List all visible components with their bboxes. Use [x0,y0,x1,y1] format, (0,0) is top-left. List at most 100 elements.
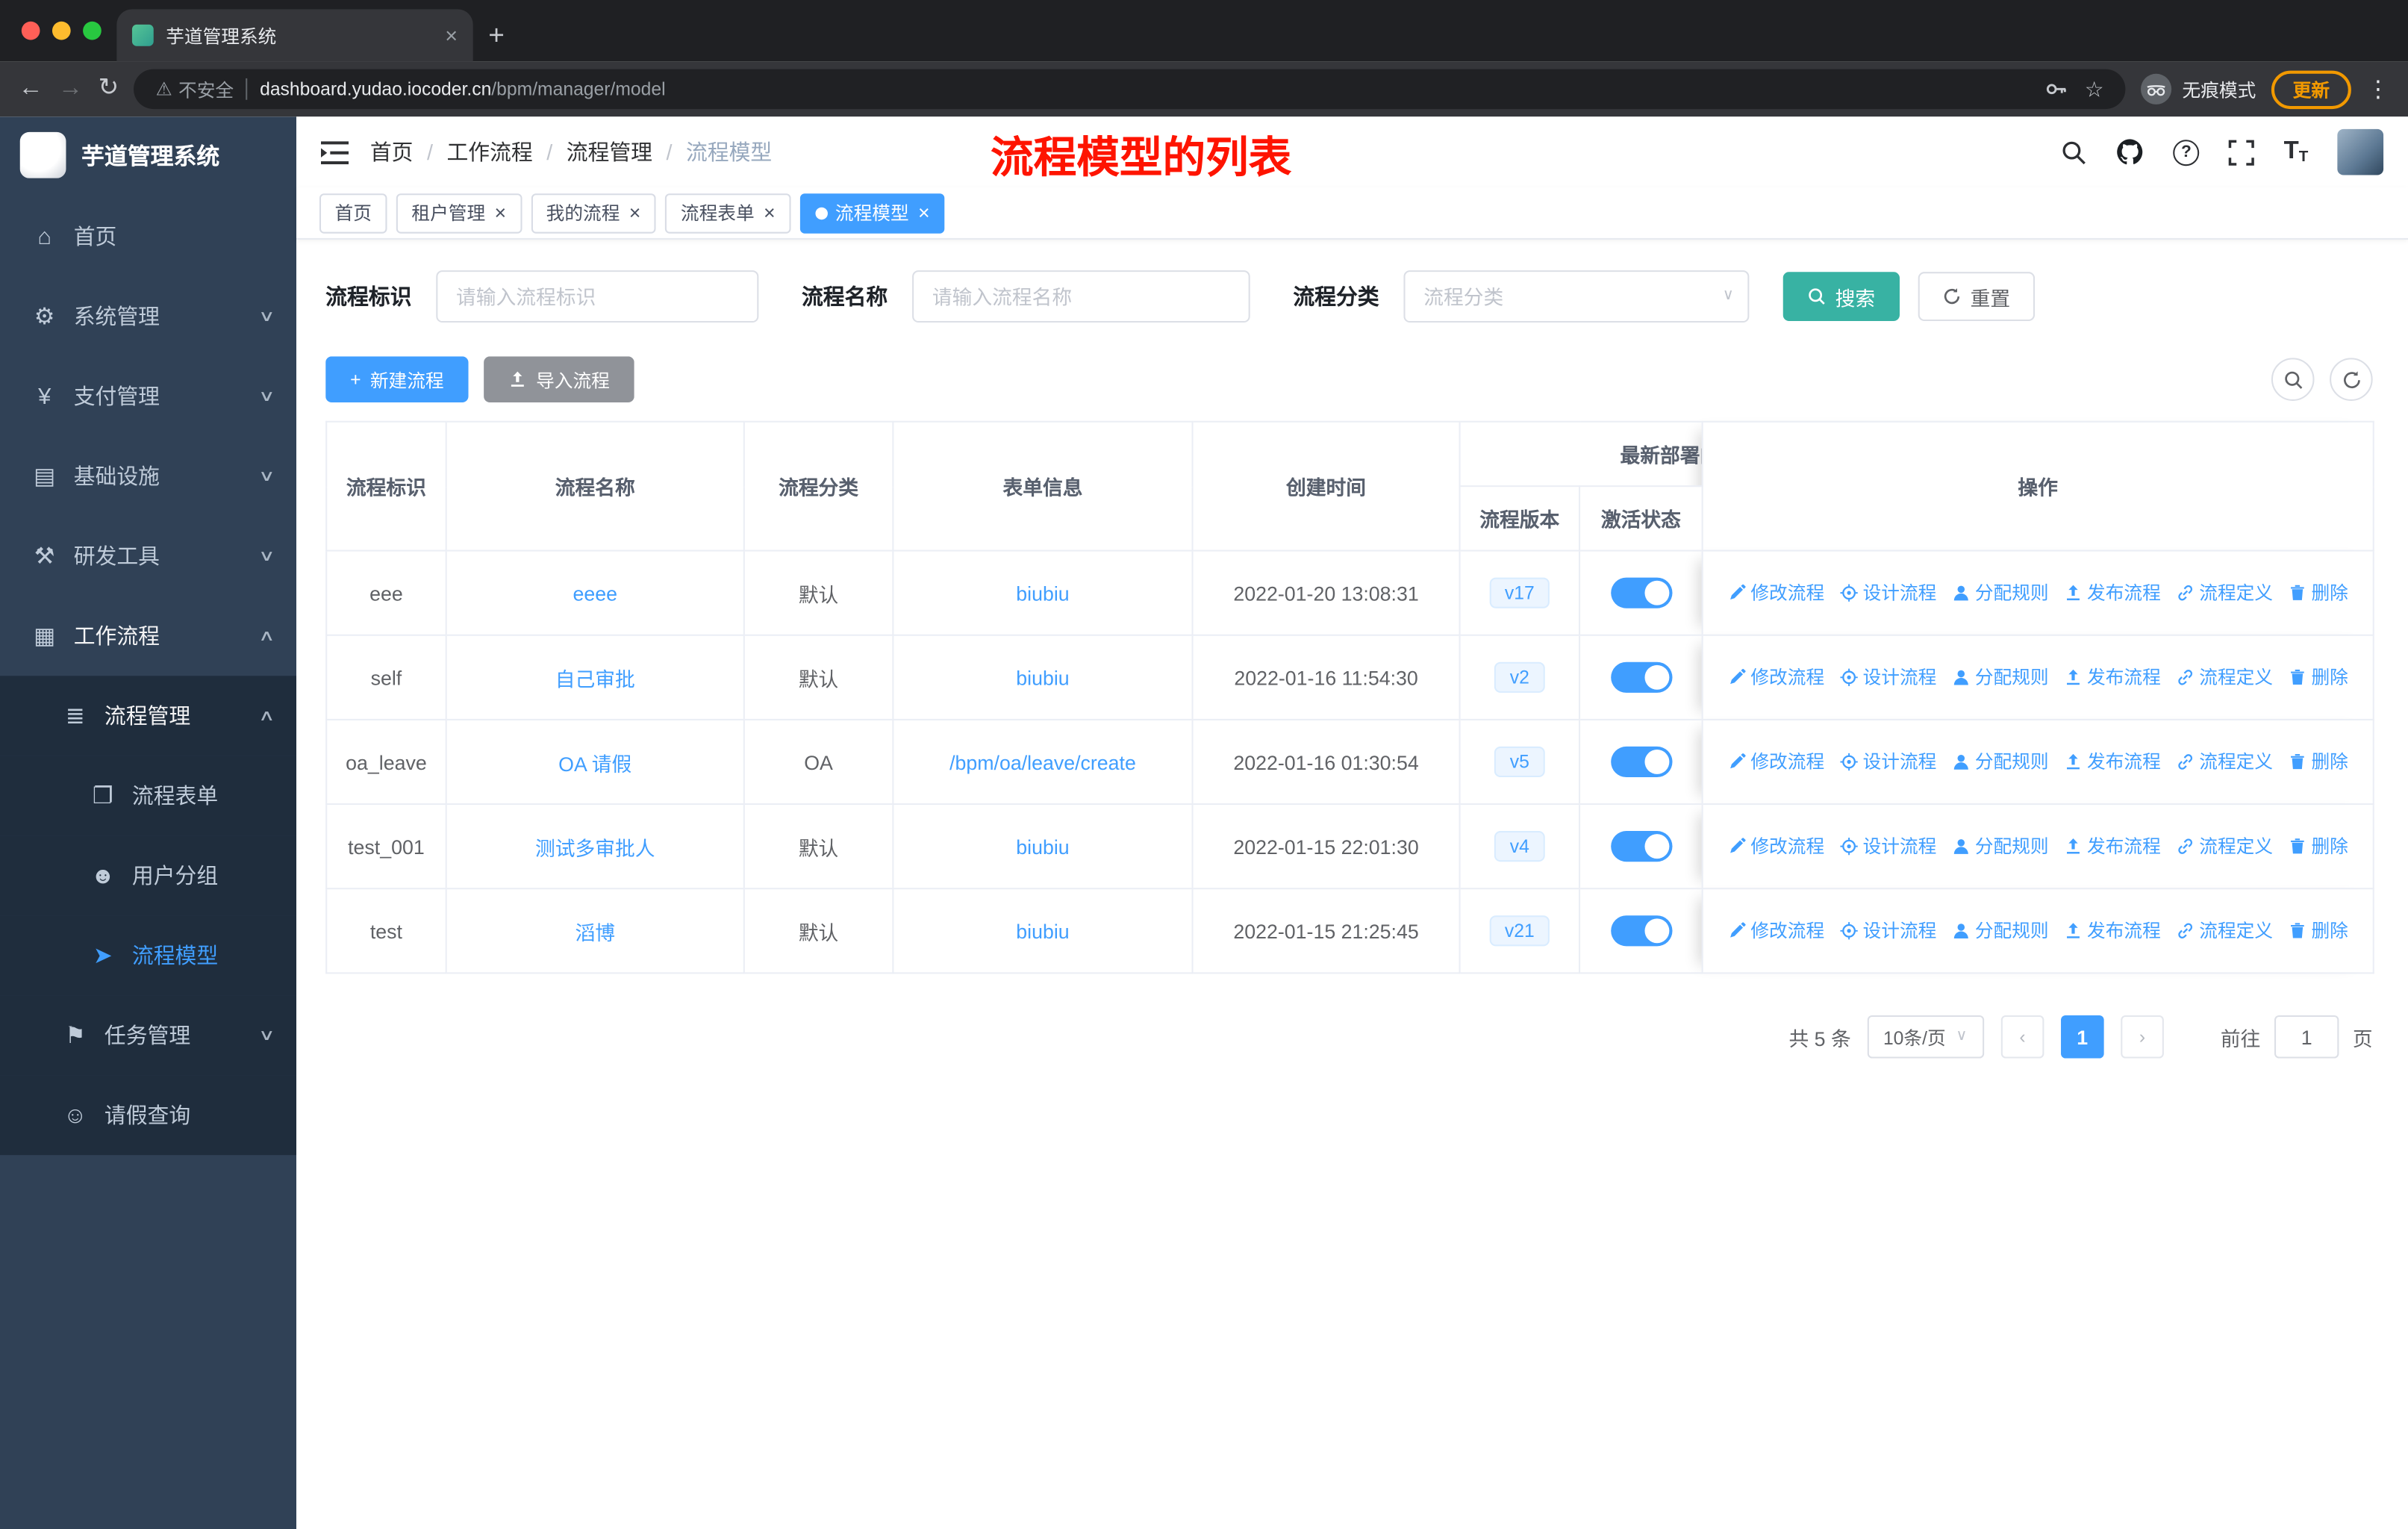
next-page-button[interactable]: › [2121,1015,2164,1059]
op-design-link[interactable]: 设计流程 [1840,918,1936,944]
tag-item-3[interactable]: 流程表单 × [665,193,791,233]
help-icon[interactable] [2173,139,2200,166]
status-toggle[interactable] [1610,577,1672,608]
browser-update-button[interactable]: 更新 [2271,69,2351,109]
reload-icon[interactable]: ↻ [99,76,119,102]
tag-item-4[interactable]: 流程模型 × [799,193,946,233]
sidebar-item-process-model[interactable]: ➤ 流程模型 [0,915,297,996]
tag-close-icon[interactable]: × [495,203,507,223]
app-logo[interactable]: 芋道管理系统 [0,116,296,193]
page-size-select[interactable]: 10条/页 [1868,1015,1985,1059]
op-design-link[interactable]: 设计流程 [1840,579,1936,605]
create-process-button[interactable]: + 新建流程 [325,356,469,403]
category-select[interactable] [1403,270,1750,323]
profile-chip[interactable]: 无痕模式 [2140,73,2256,105]
tag-close-icon[interactable]: × [764,203,776,223]
process-name-link[interactable]: eeee [573,582,617,605]
toggle-search-button[interactable] [2271,358,2315,401]
sidebar-item-payment[interactable]: ¥ 支付管理 ∨ [0,356,296,436]
current-page[interactable]: 1 [2060,1015,2104,1059]
process-name-link[interactable]: 滔博 [575,921,615,944]
breadcrumb-item[interactable]: 工作流程 [446,137,532,167]
font-size-icon[interactable] [2284,138,2309,166]
form-info-link[interactable]: biubiu [1016,582,1069,605]
op-publish-link[interactable]: 发布流程 [2064,664,2161,690]
op-assign-link[interactable]: 分配规则 [1952,918,2049,944]
browser-menu-icon[interactable]: ⋮ [2366,75,2389,103]
op-assign-link[interactable]: 分配规则 [1952,833,2049,859]
op-definition-link[interactable]: 流程定义 [2176,664,2273,690]
op-delete-link[interactable]: 删除 [2289,579,2348,605]
form-info-link[interactable]: biubiu [1016,835,1069,858]
tag-close-icon[interactable]: × [629,203,641,223]
user-avatar[interactable] [2337,128,2384,175]
breadcrumb-item[interactable]: 流程管理 [567,137,652,167]
status-toggle[interactable] [1610,746,1672,778]
op-assign-link[interactable]: 分配规则 [1952,664,2049,690]
sidebar-item-home[interactable]: ⌂ 首页 [0,196,296,276]
tag-item-0[interactable]: 首页 [319,193,387,233]
status-toggle[interactable] [1610,915,1672,947]
op-delete-link[interactable]: 删除 [2289,664,2348,690]
tag-item-1[interactable]: 租户管理 × [396,193,522,233]
op-assign-link[interactable]: 分配规则 [1952,579,2049,605]
tag-close-icon[interactable]: × [918,203,930,223]
forward-icon[interactable]: → [58,76,83,102]
sidebar-item-leave-query[interactable]: ☺ 请假查询 [0,1075,297,1156]
status-toggle[interactable] [1610,831,1672,862]
form-info-link[interactable]: /bpm/oa/leave/create [949,750,1136,773]
tab-close-icon[interactable]: × [445,23,458,48]
minimize-window-button[interactable] [52,21,71,40]
security-warning[interactable]: ⚠ 不安全 [156,76,234,102]
github-icon[interactable] [2116,138,2144,166]
sidebar-item-workflow[interactable]: ▦ 工作流程 ∧ [0,596,296,676]
sidebar-item-system[interactable]: ⚙ 系统管理 ∨ [0,276,296,356]
op-design-link[interactable]: 设计流程 [1840,748,1936,774]
process-name-link[interactable]: 测试多审批人 [535,836,655,859]
close-window-button[interactable] [21,21,40,40]
search-icon[interactable] [2061,139,2087,165]
browser-tab[interactable]: 芋道管理系统 × [116,9,473,62]
status-toggle[interactable] [1610,661,1672,693]
op-definition-link[interactable]: 流程定义 [2176,918,2273,944]
import-process-button[interactable]: 导入流程 [484,356,634,403]
sidebar-item-user-group[interactable]: ☻ 用户分组 [0,835,297,916]
op-delete-link[interactable]: 删除 [2289,748,2348,774]
goto-page-input[interactable] [2274,1015,2339,1059]
op-publish-link[interactable]: 发布流程 [2064,833,2161,859]
back-icon[interactable]: ← [19,76,43,102]
reset-button[interactable]: 重置 [1918,272,2036,321]
op-definition-link[interactable]: 流程定义 [2176,748,2273,774]
sidebar-item-devtools[interactable]: ⚒ 研发工具 ∨ [0,516,296,596]
op-edit-link[interactable]: 修改流程 [1728,664,1824,690]
sidebar-item-task-management[interactable]: ⚑ 任务管理 ∨ [0,995,297,1076]
process-name-link[interactable]: OA 请假 [558,752,631,775]
op-publish-link[interactable]: 发布流程 [2064,918,2161,944]
form-info-link[interactable]: biubiu [1016,666,1069,689]
address-bar[interactable]: ⚠ 不安全 dashboard.yudao.iocoder.cn/bpm/man… [134,69,2126,110]
new-tab-button[interactable]: + [488,20,505,52]
collapse-sidebar-icon[interactable] [320,140,349,164]
op-publish-link[interactable]: 发布流程 [2064,748,2161,774]
op-edit-link[interactable]: 修改流程 [1728,579,1824,605]
op-definition-link[interactable]: 流程定义 [2176,833,2273,859]
op-design-link[interactable]: 设计流程 [1840,664,1936,690]
form-info-link[interactable]: biubiu [1016,919,1069,942]
op-design-link[interactable]: 设计流程 [1840,833,1936,859]
password-key-icon[interactable] [2044,77,2069,102]
sidebar-item-process-management[interactable]: ≣ 流程管理 ∧ [0,676,297,756]
breadcrumb-item[interactable]: 首页 [370,137,414,167]
process-key-input[interactable] [436,270,759,323]
bookmark-star-icon[interactable]: ☆ [2085,76,2104,102]
tag-item-2[interactable]: 我的流程 × [531,193,656,233]
fullscreen-icon[interactable] [2228,139,2255,165]
op-definition-link[interactable]: 流程定义 [2176,579,2273,605]
refresh-table-button[interactable] [2330,358,2373,401]
process-name-input[interactable] [912,270,1250,323]
op-edit-link[interactable]: 修改流程 [1728,748,1824,774]
maximize-window-button[interactable] [83,21,102,40]
op-assign-link[interactable]: 分配规则 [1952,748,2049,774]
process-name-link[interactable]: 自己审批 [555,667,635,691]
op-publish-link[interactable]: 发布流程 [2064,579,2161,605]
op-edit-link[interactable]: 修改流程 [1728,918,1824,944]
